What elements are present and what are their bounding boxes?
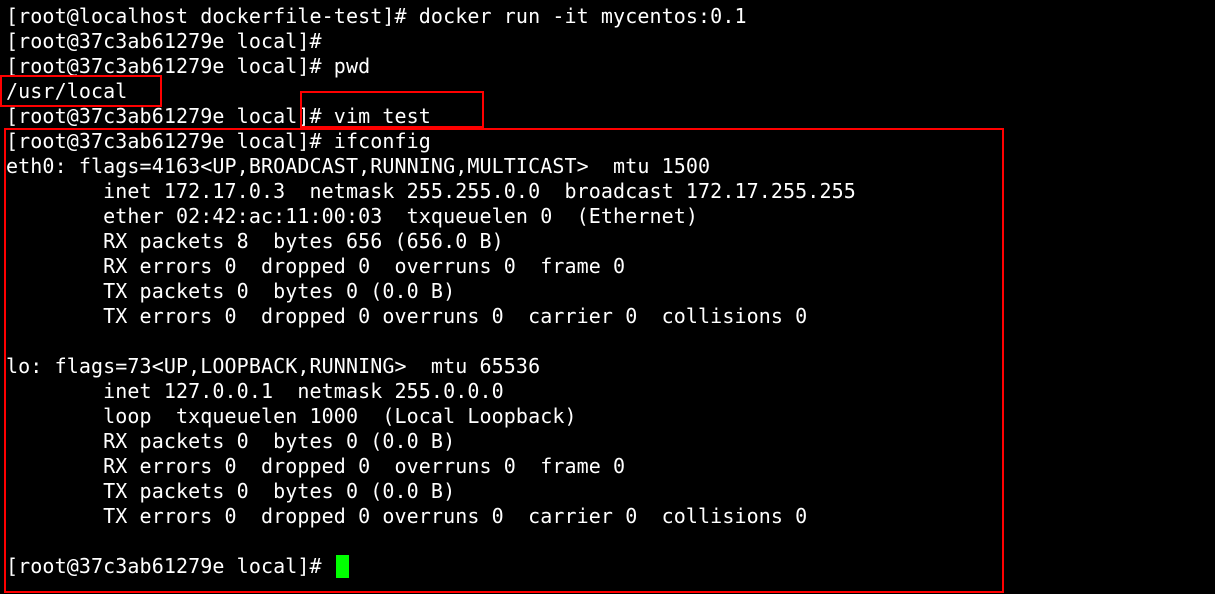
terminal-line-current-prompt[interactable]: [root@37c3ab61279e local]# (6, 554, 349, 579)
terminal-line-lo-inet: inet 127.0.0.1 netmask 255.0.0.0 (6, 379, 504, 403)
current-prompt-text: [root@37c3ab61279e local]# (6, 554, 334, 578)
terminal-line-eth0-flags: eth0: flags=4163<UP,BROADCAST,RUNNING,MU… (6, 154, 711, 178)
terminal-line-lo-rx-errors: RX errors 0 dropped 0 overruns 0 frame 0 (6, 454, 626, 478)
terminal-line-pwd-output: /usr/local (6, 79, 128, 103)
terminal-line-eth0-tx-errors: TX errors 0 dropped 0 overruns 0 carrier… (6, 304, 808, 328)
terminal-line-lo-tx-errors: TX errors 0 dropped 0 overruns 0 carrier… (6, 504, 808, 528)
terminal-line-lo-rx-packets: RX packets 0 bytes 0 (0.0 B) (6, 429, 456, 453)
terminal-line-eth0-rx-packets: RX packets 8 bytes 656 (656.0 B) (6, 229, 504, 253)
terminal-line-lo-tx-packets: TX packets 0 bytes 0 (0.0 B) (6, 479, 456, 503)
terminal-cursor (335, 555, 349, 578)
terminal-line-lo-flags: lo: flags=73<UP,LOOPBACK,RUNNING> mtu 65… (6, 354, 541, 378)
terminal-line-eth0-tx-packets: TX packets 0 bytes 0 (0.0 B) (6, 279, 456, 303)
terminal-line-pwd: [root@37c3ab61279e local]# pwd (6, 54, 371, 78)
terminal-line-vim: [root@37c3ab61279e local]# vim test (6, 104, 431, 128)
terminal-line-docker-run: [root@localhost dockerfile-test]# docker… (6, 4, 747, 28)
terminal-line-ifconfig: [root@37c3ab61279e local]# ifconfig (6, 129, 431, 153)
terminal-window[interactable]: [root@localhost dockerfile-test]# docker… (0, 0, 1215, 594)
terminal-line-lo-loop: loop txqueuelen 1000 (Local Loopback) (6, 404, 577, 428)
terminal-line-eth0-ether: ether 02:42:ac:11:00:03 txqueuelen 0 (Et… (6, 204, 699, 228)
terminal-line-eth0-inet: inet 172.17.0.3 netmask 255.255.0.0 broa… (6, 179, 856, 203)
terminal-line-prompt: [root@37c3ab61279e local]# (6, 29, 322, 53)
terminal-line-eth0-rx-errors: RX errors 0 dropped 0 overruns 0 frame 0 (6, 254, 626, 278)
